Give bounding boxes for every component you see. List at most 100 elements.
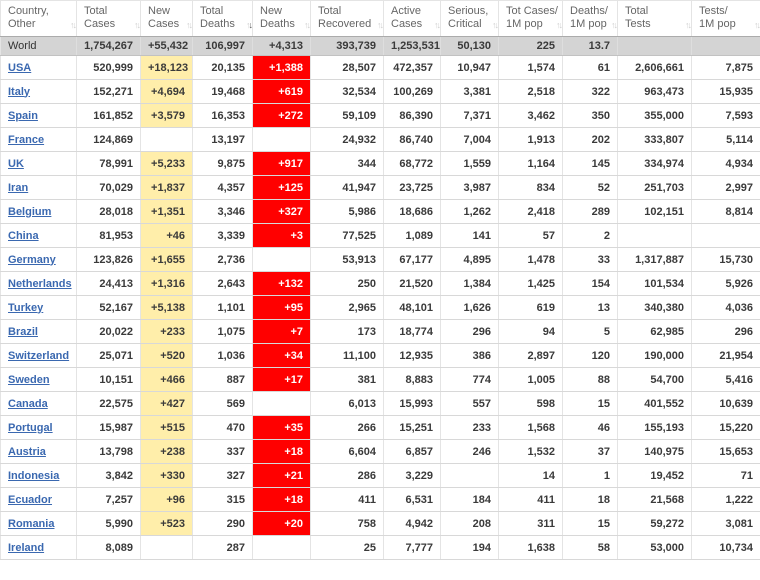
cell-cases-per-1m: 1,568 [498,415,563,440]
cell-serious-critical: 233 [440,415,499,440]
cell-deaths-per-1m: 46 [562,415,618,440]
country-link-turkey[interactable]: Turkey [8,302,43,314]
cell-tests-per-1m: 5,416 [691,367,760,392]
cell-total-recovered: 6,604 [310,439,384,464]
cell-new-cases: +4,694 [140,79,193,104]
cell-serious-critical: 296 [440,319,499,344]
country-cell-iran: Iran [0,175,77,200]
country-link-sweden[interactable]: Sweden [8,374,50,386]
country-link-brazil[interactable]: Brazil [8,326,38,338]
table-row-belgium: Belgium 28,018 +1,351 3,346 +327 5,986 18,686 1… [0,199,760,224]
cell-tests-per-1m: 15,653 [691,439,760,464]
cell-total-deaths: 16,353 [192,103,253,128]
column-header-new-cases[interactable]: New Cases ↑↓ [140,0,193,37]
cell-deaths-per-1m: 350 [562,103,618,128]
cell-total-tests: 355,000 [617,103,692,128]
cell-total-deaths: 13,197 [192,127,253,152]
cell-total-tests: 155,193 [617,415,692,440]
column-header-new-deaths[interactable]: New Deaths ↑↓ [252,0,311,37]
cell-cases-per-1m: 3,462 [498,103,563,128]
country-link-germany[interactable]: Germany [8,254,56,266]
cell-deaths-per-1m: 15 [562,391,618,416]
cell-total-deaths: 4,357 [192,175,253,200]
cell-total-recovered: 173 [310,319,384,344]
column-header-serious-critical[interactable]: Serious, Critical ↑↓ [440,0,499,37]
cell-total-recovered: 2,965 [310,295,384,320]
country-link-indonesia[interactable]: Indonesia [8,470,59,482]
cell-total-deaths: 3,339 [192,223,253,248]
cell-new-deaths [252,127,311,152]
country-cell-usa: USA [0,55,77,80]
column-header-total-recovered[interactable]: Total Recovered ↑↓ [310,0,384,37]
cell-total-tests: 21,568 [617,487,692,512]
table-row-sweden: Sweden 10,151 +466 887 +17 381 8,883 774 1,005 88… [0,367,760,392]
cell-deaths-per-1m: 18 [562,487,618,512]
column-label: Tot Cases/1M pop [506,5,558,30]
cell-new-deaths: +17 [252,367,311,392]
world-label-cell: World [0,36,77,56]
cell-total-recovered: 250 [310,271,384,296]
table-row-portugal: Portugal 15,987 +515 470 +35 266 15,251 233 1,56… [0,415,760,440]
column-header-total-deaths[interactable]: Total Deaths ↑↓ [192,0,253,37]
cell-new-cases: +427 [140,391,193,416]
country-link-portugal[interactable]: Portugal [8,422,53,434]
country-link-uk[interactable]: UK [8,158,24,170]
cell-tests-per-1m: 7,593 [691,103,760,128]
country-link-canada[interactable]: Canada [8,398,48,410]
country-cell-canada: Canada [0,391,77,416]
country-link-romania[interactable]: Romania [8,518,54,530]
cell-total-cases: 152,271 [76,79,141,104]
country-link-belgium[interactable]: Belgium [8,206,51,218]
cell-active-cases: 4,942 [383,511,441,536]
country-link-ecuador[interactable]: Ecuador [8,494,52,506]
table-row-netherlands: Netherlands 24,413 +1,316 2,643 +132 250 21,52… [0,271,760,296]
cell-total-tests: 140,975 [617,439,692,464]
column-header-total-cases[interactable]: Total Cases ↑↓ [76,0,141,37]
cell-deaths-per-1m: 61 [562,55,618,80]
cell-active-cases: 1,253,531 [383,36,441,56]
sort-icon: ↑↓ [685,20,691,30]
cell-new-cases: +520 [140,343,193,368]
column-header-active-cases[interactable]: Active Cases ↑↓ [383,0,441,37]
column-label: Country, Other [8,5,49,30]
cell-total-cases: 81,953 [76,223,141,248]
country-link-iran[interactable]: Iran [8,182,28,194]
country-link-netherlands[interactable]: Netherlands [8,278,72,290]
cell-active-cases: 15,993 [383,391,441,416]
cell-total-deaths: 1,036 [192,343,253,368]
country-link-switzerland[interactable]: Switzerland [8,350,69,362]
cell-tests-per-1m: 15,220 [691,415,760,440]
column-header-country[interactable]: Country, Other ↑↓ [0,0,77,37]
cell-active-cases: 472,357 [383,55,441,80]
column-label: New Deaths [260,5,295,30]
cell-total-tests: 963,473 [617,79,692,104]
cell-tests-per-1m: 3,081 [691,511,760,536]
country-link-ireland[interactable]: Ireland [8,542,44,554]
country-link-austria[interactable]: Austria [8,446,46,458]
cell-tests-per-1m: 4,934 [691,151,760,176]
country-link-france[interactable]: France [8,134,44,146]
cell-total-deaths: 315 [192,487,253,512]
column-header-tests-per-1m[interactable]: Tests/1M pop ↑↓ [691,0,760,37]
cell-active-cases: 67,177 [383,247,441,272]
cell-active-cases: 18,686 [383,199,441,224]
country-cell-ecuador: Ecuador [0,487,77,512]
sort-icon: ↑↓ [556,20,562,30]
column-header-total-tests[interactable]: Total Tests ↑↓ [617,0,692,37]
cell-active-cases: 18,774 [383,319,441,344]
cell-total-cases: 28,018 [76,199,141,224]
column-header-cases-per-1m[interactable]: Tot Cases/1M pop ↑↓ [498,0,563,37]
country-cell-belgium: Belgium [0,199,77,224]
country-link-italy[interactable]: Italy [8,86,30,98]
cell-total-recovered: 25 [310,535,384,560]
cell-total-tests: 1,317,887 [617,247,692,272]
column-header-deaths-per-1m[interactable]: Deaths/1M pop ↑↓ [562,0,618,37]
cell-tests-per-1m: 21,954 [691,343,760,368]
cell-deaths-per-1m: 13 [562,295,618,320]
cell-new-cases: +330 [140,463,193,488]
country-link-spain[interactable]: Spain [8,110,38,122]
country-link-usa[interactable]: USA [8,62,31,74]
country-link-china[interactable]: China [8,230,39,242]
cell-total-deaths: 1,075 [192,319,253,344]
cell-new-deaths: +132 [252,271,311,296]
